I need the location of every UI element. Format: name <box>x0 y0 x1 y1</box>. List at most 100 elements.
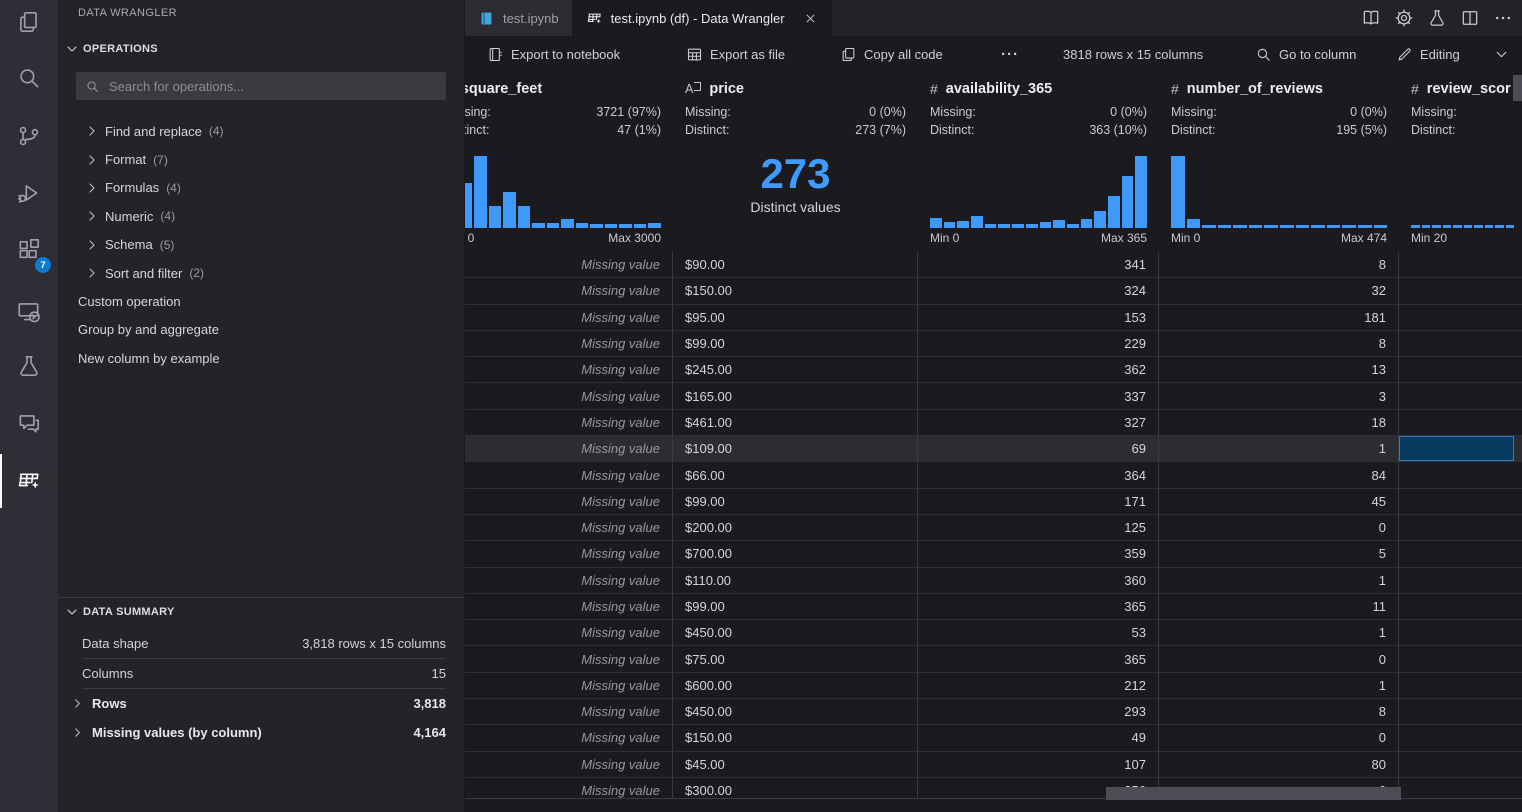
cell-number_of_reviews[interactable]: 5 <box>1159 541 1399 566</box>
cell-number_of_reviews[interactable]: 8 <box>1159 252 1399 277</box>
cell-review_scor[interactable] <box>1399 673 1522 698</box>
cell-square_feet[interactable]: Missing value <box>465 436 673 461</box>
cell-number_of_reviews[interactable]: 1 <box>1159 568 1399 593</box>
operation-group-formulas[interactable]: Formulas(4) <box>58 174 464 202</box>
split-editor-icon[interactable] <box>1460 8 1480 28</box>
cell-square_feet[interactable]: Missing value <box>465 541 673 566</box>
cell-number_of_reviews[interactable]: 181 <box>1159 305 1399 330</box>
cell-review_scor[interactable] <box>1399 594 1522 619</box>
table-row[interactable]: Missing value$90.003418 <box>465 252 1522 278</box>
cell-review_scor[interactable] <box>1399 568 1522 593</box>
cell-square_feet[interactable]: Missing value <box>465 252 673 277</box>
cell-review_scor[interactable] <box>1399 357 1522 382</box>
cell-availability_365[interactable]: 365 <box>918 594 1159 619</box>
cell-review_scor[interactable] <box>1399 462 1522 487</box>
activity-bar-item-remote-explorer[interactable] <box>0 292 58 332</box>
column-header-square_feet[interactable]: #square_feetMissing:3721 (97%)Distinct:4… <box>465 72 673 252</box>
cell-price[interactable]: $110.00 <box>673 568 918 593</box>
cell-availability_365[interactable]: 327 <box>918 410 1159 435</box>
operation-item-new-column-by-example[interactable]: New column by example <box>58 344 464 372</box>
cell-number_of_reviews[interactable]: 0 <box>1159 646 1399 671</box>
activity-bar-item-source-control[interactable] <box>0 116 58 156</box>
cell-review_scor[interactable] <box>1399 515 1522 540</box>
cell-price[interactable]: $150.00 <box>673 278 918 303</box>
cell-price[interactable]: $700.00 <box>673 541 918 566</box>
operation-group-schema[interactable]: Schema(5) <box>58 231 464 259</box>
table-row[interactable]: Missing value$200.001250 <box>465 515 1522 541</box>
operation-group-find-and-replace[interactable]: Find and replace(4) <box>58 117 464 145</box>
column-header-number_of_reviews[interactable]: #number_of_reviewsMissing:0 (0%)Distinct… <box>1159 72 1399 252</box>
cell-square_feet[interactable]: Missing value <box>465 515 673 540</box>
cell-number_of_reviews[interactable]: 32 <box>1159 278 1399 303</box>
activity-bar-item-testing[interactable] <box>0 346 58 386</box>
cell-availability_365[interactable]: 324 <box>918 278 1159 303</box>
cell-availability_365[interactable]: 359 <box>918 541 1159 566</box>
cell-review_scor[interactable] <box>1399 752 1522 777</box>
data-summary-header[interactable]: DATA SUMMARY <box>64 604 175 620</box>
table-row[interactable]: Missing value$75.003650 <box>465 646 1522 672</box>
summary-row-rows[interactable]: Rows3,818 <box>82 689 446 718</box>
table-row[interactable]: Missing value$109.00691 <box>465 436 1522 462</box>
cell-square_feet[interactable]: Missing value <box>465 357 673 382</box>
table-row[interactable]: Missing value$99.0036511 <box>465 594 1522 620</box>
operation-group-sort-and-filter[interactable]: Sort and filter(2) <box>58 259 464 287</box>
table-row[interactable]: Missing value$45.0010780 <box>465 752 1522 778</box>
cell-price[interactable]: $450.00 <box>673 699 918 724</box>
cell-price[interactable]: $600.00 <box>673 673 918 698</box>
horizontal-scrollbar-thumb[interactable] <box>1106 787 1401 800</box>
cell-square_feet[interactable]: Missing value <box>465 594 673 619</box>
settings-gear-icon[interactable] <box>1394 8 1414 28</box>
cell-availability_365[interactable]: 229 <box>918 331 1159 356</box>
cell-square_feet[interactable]: Missing value <box>465 489 673 514</box>
cell-availability_365[interactable]: 362 <box>918 357 1159 382</box>
cell-number_of_reviews[interactable]: 80 <box>1159 752 1399 777</box>
activity-bar-item-data-wrangler[interactable] <box>0 461 58 501</box>
cell-price[interactable]: $99.00 <box>673 489 918 514</box>
vertical-scrollbar-thumb[interactable] <box>1513 75 1522 101</box>
cell-number_of_reviews[interactable]: 8 <box>1159 699 1399 724</box>
cell-review_scor[interactable] <box>1399 699 1522 724</box>
operations-search[interactable] <box>76 72 446 100</box>
table-row[interactable]: Missing value$110.003601 <box>465 568 1522 594</box>
cell-price[interactable]: $75.00 <box>673 646 918 671</box>
operation-item-group-by-and-aggregate[interactable]: Group by and aggregate <box>58 316 464 344</box>
cell-square_feet[interactable]: Missing value <box>465 383 673 408</box>
operation-group-format[interactable]: Format(7) <box>58 145 464 173</box>
cell-square_feet[interactable]: Missing value <box>465 620 673 645</box>
cell-availability_365[interactable]: 212 <box>918 673 1159 698</box>
cell-availability_365[interactable]: 69 <box>918 436 1159 461</box>
table-row[interactable]: Missing value$245.0036213 <box>465 357 1522 383</box>
cell-number_of_reviews[interactable]: 18 <box>1159 410 1399 435</box>
operations-search-input[interactable] <box>107 78 437 95</box>
cell-availability_365[interactable]: 49 <box>918 725 1159 750</box>
cell-price[interactable]: $99.00 <box>673 594 918 619</box>
cell-number_of_reviews[interactable]: 1 <box>1159 620 1399 645</box>
editing-mode-dropdown[interactable] <box>1493 36 1510 72</box>
tab-test-ipynb[interactable]: test.ipynb <box>465 0 573 36</box>
table-row[interactable]: Missing value$95.00153181 <box>465 305 1522 331</box>
cell-availability_365[interactable]: 107 <box>918 752 1159 777</box>
operation-group-numeric[interactable]: Numeric(4) <box>58 202 464 230</box>
cell-review_scor[interactable] <box>1399 278 1522 303</box>
tab-test-ipynb-df-data-wrangler[interactable]: test.ipynb (df) - Data Wrangler <box>573 0 832 36</box>
export-to-notebook-button[interactable]: Export to notebook <box>487 36 620 72</box>
cell-square_feet[interactable]: Missing value <box>465 410 673 435</box>
table-row[interactable]: Missing value$165.003373 <box>465 383 1522 409</box>
table-row[interactable]: Missing value$600.002121 <box>465 673 1522 699</box>
activity-bar-item-explorer[interactable] <box>0 2 58 42</box>
column-header-review_scor[interactable]: #review_scorMissing:Distinct:Min 20 <box>1399 72 1522 252</box>
cell-review_scor[interactable] <box>1399 410 1522 435</box>
cell-square_feet[interactable]: Missing value <box>465 725 673 750</box>
cell-number_of_reviews[interactable]: 45 <box>1159 489 1399 514</box>
column-header-availability_365[interactable]: #availability_365Missing:0 (0%)Distinct:… <box>918 72 1159 252</box>
go-to-column-button[interactable]: Go to column <box>1255 36 1356 72</box>
selected-cell[interactable] <box>1399 436 1514 461</box>
cell-review_scor[interactable] <box>1399 305 1522 330</box>
activity-bar-item-run-and-debug[interactable] <box>0 173 58 213</box>
cell-availability_365[interactable]: 337 <box>918 383 1159 408</box>
more-icon[interactable] <box>1493 8 1513 28</box>
cell-square_feet[interactable]: Missing value <box>465 305 673 330</box>
cell-price[interactable]: $66.00 <box>673 462 918 487</box>
cell-number_of_reviews[interactable]: 1 <box>1159 673 1399 698</box>
cell-number_of_reviews[interactable]: 3 <box>1159 383 1399 408</box>
